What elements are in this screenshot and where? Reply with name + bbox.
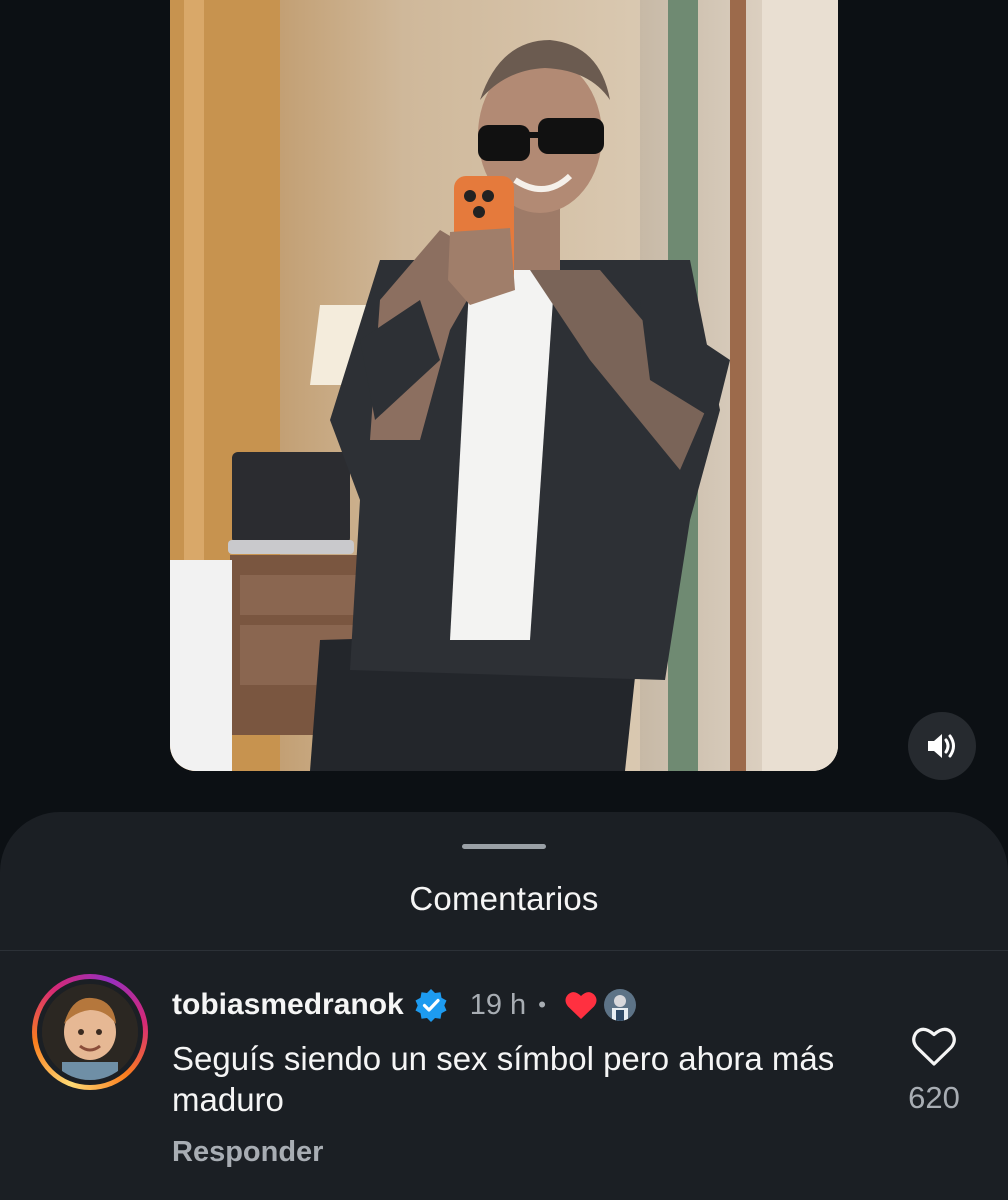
reel-video-frame-illustration	[170, 0, 838, 771]
reel-media-area	[0, 0, 1008, 840]
sheet-title: Comentarios	[409, 880, 599, 917]
reel-video[interactable]	[170, 0, 838, 771]
liked-by-author-heart-icon	[565, 992, 597, 1019]
meta-separator: •	[538, 992, 546, 1017]
avatar[interactable]	[32, 974, 148, 1090]
comment-timestamp: 19 h	[469, 988, 527, 1021]
comment-header: tobiasmedranok 19 h •	[172, 982, 636, 1028]
reply-button[interactable]: Responder	[172, 1136, 323, 1169]
author-mini-avatar	[603, 989, 636, 1021]
comment-username[interactable]: tobiasmedranok	[172, 988, 404, 1022]
sheet-drag-handle[interactable]	[462, 844, 546, 849]
comments-sheet: Comentarios tobiasmedranok 19 h • Seguís…	[0, 812, 1008, 1200]
mute-toggle-button[interactable]	[908, 712, 976, 780]
like-count: 620	[908, 1080, 960, 1115]
verified-badge-icon	[415, 989, 447, 1022]
speaker-volume-icon	[928, 734, 955, 758]
comment-text: Seguís siendo un sex símbol pero ahora m…	[172, 1040, 835, 1118]
heart-icon[interactable]	[910, 1024, 958, 1068]
divider	[0, 950, 1008, 951]
comment-item: tobiasmedranok 19 h • Seguís siendo un s…	[0, 972, 1008, 1200]
avatar-image	[42, 984, 138, 1080]
